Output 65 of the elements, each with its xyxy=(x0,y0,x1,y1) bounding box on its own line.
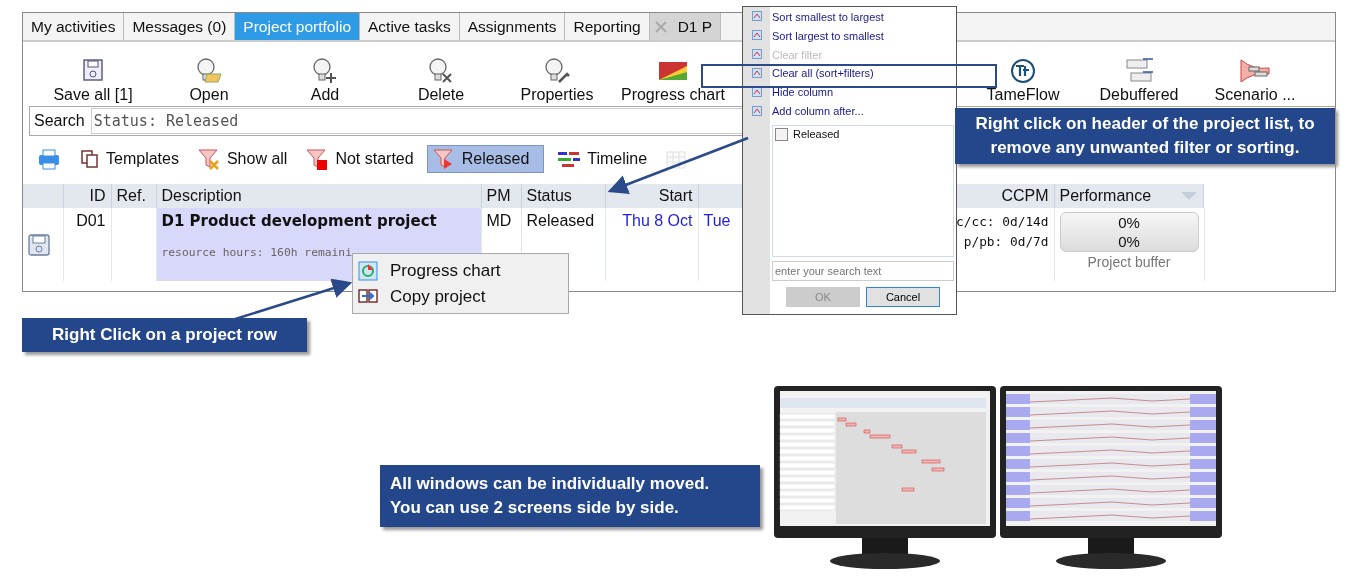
column-header[interactable]: Status xyxy=(521,184,605,208)
printer-icon xyxy=(36,147,62,171)
menu-item[interactable]: Add column after... xyxy=(772,104,864,118)
scenario-button[interactable]: Scenario ... xyxy=(1197,46,1313,104)
ccpm-text: p/pb: 0d/7d xyxy=(962,233,1049,251)
not-started-button[interactable]: Not started xyxy=(300,145,419,173)
buffer-caption: Project buffer xyxy=(1086,254,1172,270)
open-button[interactable]: Open xyxy=(151,46,267,104)
project-title[interactable]: D1 Product development project xyxy=(161,212,476,230)
menu-item[interactable]: Clear all (sort+filters) xyxy=(772,66,874,81)
menu-item[interactable]: Sort smallest to largest xyxy=(772,10,884,24)
table-cell: Thu 8 Oct xyxy=(605,208,698,281)
dialog-button[interactable]: Cancel xyxy=(866,286,940,307)
delete-button[interactable]: Delete xyxy=(383,46,499,104)
column-header[interactable]: PM xyxy=(481,184,521,208)
resource-hours-text: resource hours: 160h remaini xyxy=(161,246,353,259)
table-cell: D01 xyxy=(63,208,111,281)
column-header[interactable]: ID xyxy=(63,184,111,208)
stacked-bars-icon xyxy=(1123,56,1155,84)
search-field[interactable]: enter your search text xyxy=(772,260,954,281)
released-filter-button[interactable]: Released xyxy=(426,145,545,173)
callout-text: Right click on header of the project list, to remove any unwanted filter or sorting. xyxy=(955,108,1335,164)
search-label: Search xyxy=(34,112,85,130)
copy-pages-icon xyxy=(80,149,100,169)
debuffered-button[interactable]: Debuffered xyxy=(1081,46,1197,104)
funnel-play-icon xyxy=(431,147,456,171)
dropdown-arrow-icon xyxy=(1180,191,1198,201)
menu-item[interactable]: Hide column xyxy=(772,85,834,100)
tab[interactable]: Reporting xyxy=(565,13,650,40)
sort-icon xyxy=(751,106,762,116)
funnel-bars-icon xyxy=(1239,56,1271,84)
column-header[interactable]: Performance xyxy=(1054,184,1204,208)
column-header[interactable]: Description xyxy=(156,184,481,208)
progress-chart-button[interactable]: Progress chart xyxy=(615,46,731,104)
add-button[interactable]: Add xyxy=(267,46,383,104)
tab[interactable]: Assignments xyxy=(459,13,566,40)
funnel-cross-icon xyxy=(196,147,221,171)
save-all-button[interactable]: Save all [1] xyxy=(35,46,151,104)
properties-button[interactable]: Properties xyxy=(499,46,615,104)
templates-button[interactable]: Templates xyxy=(75,145,184,173)
chart-icon xyxy=(358,260,378,281)
tab[interactable]: My activities xyxy=(23,13,125,40)
checkbox[interactable] xyxy=(775,127,788,141)
timeline-button[interactable]: Timeline xyxy=(552,145,653,173)
sort-icon xyxy=(751,11,762,21)
close-icon xyxy=(653,19,668,34)
sort-icon xyxy=(751,49,762,59)
sort-icon xyxy=(751,87,762,97)
tab[interactable]: Active tasks xyxy=(360,13,460,40)
column-header[interactable]: Ref. xyxy=(111,184,156,208)
menu-item[interactable]: Copy project xyxy=(358,286,568,307)
menu-item[interactable]: Sort largest to smallest xyxy=(772,28,884,43)
tameflow-button[interactable]: TameFlow xyxy=(965,46,1081,104)
ccpm-text: c/cc: 0d/14d xyxy=(955,213,1049,231)
callout-text: All windows can be individually moved. You can use 2 screens side by side. xyxy=(380,465,760,527)
colored-bars-icon xyxy=(557,149,582,169)
callout-text: Right Click on a project row xyxy=(22,318,307,352)
calendar-icon xyxy=(665,148,688,170)
funnel-square-icon xyxy=(305,147,330,171)
show-all-button[interactable]: Show all xyxy=(191,145,293,173)
sort-icon xyxy=(751,68,762,78)
column-header[interactable]: Start xyxy=(605,184,698,208)
tab[interactable]: D1 P xyxy=(649,13,722,40)
sort-icon xyxy=(751,30,762,40)
buffer-indicator: 0% 0% xyxy=(1059,212,1199,252)
